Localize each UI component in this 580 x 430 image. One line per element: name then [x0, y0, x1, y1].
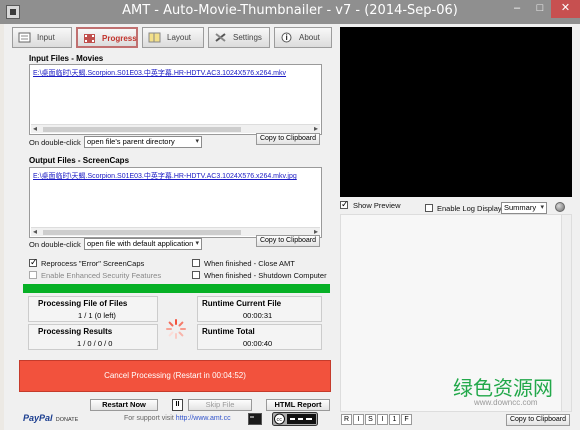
enable-log-checkbox[interactable]: [425, 204, 433, 212]
close-button[interactable]: ✕: [551, 0, 580, 18]
tab-input-label: Input: [37, 33, 55, 42]
restart-now-button[interactable]: Restart Now: [90, 399, 158, 411]
chevron-down-icon: ▾: [195, 240, 199, 247]
processing-results-panel: Processing Results 1 / 0 / 0 / 0: [28, 324, 158, 350]
show-preview-checkbox[interactable]: [340, 199, 349, 210]
close-amt-label: When finished - Close AMT: [204, 259, 295, 268]
output-dblclick-label: On double-click: [29, 240, 81, 249]
processing-results-label: Processing Results: [38, 327, 113, 336]
close-amt-checkbox[interactable]: [192, 259, 200, 267]
processing-file-label: Processing File of Files: [38, 299, 128, 308]
progress-bar: [23, 284, 330, 293]
enable-log-label: Enable Log Display: [437, 204, 502, 213]
film-icon: [84, 34, 95, 43]
creative-commons-icon: cc: [272, 412, 318, 426]
skip-file-button[interactable]: Skip File: [188, 399, 252, 411]
runtime-current-panel: Runtime Current File 00:00:31: [197, 296, 322, 322]
paypal-logo: PayPal: [23, 413, 53, 423]
enhanced-security-checkbox[interactable]: [29, 271, 37, 279]
output-files-title: Output Files - ScreenCaps: [29, 156, 130, 165]
runtime-current-label: Runtime Current File: [202, 299, 282, 308]
title-bar: AMT - Auto-Movie-Thumbnailer - v7 - (201…: [0, 0, 580, 24]
watermark-logo: 绿色资源网: [453, 376, 553, 400]
tab-about-label: About: [299, 33, 320, 42]
reprocess-checkbox[interactable]: [29, 257, 38, 268]
status-1[interactable]: 1: [389, 414, 400, 425]
log-mode-value: Summary: [504, 203, 537, 212]
show-preview-label: Show Preview: [353, 201, 401, 210]
tab-progress[interactable]: Progress: [76, 27, 138, 48]
tab-layout-label: Layout: [167, 33, 192, 42]
status-r[interactable]: R: [341, 414, 352, 425]
settings-icon: [215, 33, 226, 42]
console-icon[interactable]: [248, 413, 262, 425]
cancel-processing-button[interactable]: Cancel Processing (Restart in 00:04:52): [19, 360, 331, 392]
runtime-total-panel: Runtime Total 00:00:40: [197, 324, 322, 350]
output-file-path[interactable]: E:\桌面临时\天蝎.Scorpion.S01E03.中英字幕.HR-HDTV.…: [33, 171, 297, 181]
tab-progress-label: Progress: [102, 34, 137, 43]
info-icon: [281, 32, 292, 43]
tab-settings-label: Settings: [233, 33, 262, 42]
record-button[interactable]: [555, 202, 565, 212]
tab-layout[interactable]: Layout: [142, 27, 204, 48]
window-title: AMT - Auto-Movie-Thumbnailer - v7 - (201…: [122, 3, 458, 18]
input-dblclick-label: On double-click: [29, 138, 81, 147]
scroll-right-icon[interactable]: ▸: [314, 124, 318, 133]
output-dblclick-value: open file with default application: [87, 239, 194, 248]
input-dblclick-value: open file's parent directory: [87, 137, 175, 146]
scroll-thumb[interactable]: [43, 127, 241, 132]
loading-spinner-icon: [166, 319, 186, 339]
runtime-total-value: 00:00:40: [243, 339, 273, 348]
processing-file-value: 1 / 1 (0 left): [78, 311, 116, 320]
scroll-thumb[interactable]: [43, 230, 241, 235]
chevron-down-icon: ▾: [195, 138, 199, 145]
pause-button[interactable]: II: [172, 399, 183, 411]
enhanced-security-label: Enable Enhanced Security Features: [41, 271, 162, 280]
shutdown-checkbox[interactable]: [192, 271, 200, 279]
watermark-url: www.downcc.com: [474, 398, 538, 407]
tab-settings[interactable]: Settings: [208, 27, 270, 48]
paypal-donate-button[interactable]: PayPal DONATE: [23, 413, 91, 427]
minimize-button[interactable]: –: [505, 0, 529, 18]
runtime-total-label: Runtime Total: [202, 327, 255, 336]
shutdown-label: When finished - Shutdown Computer: [204, 271, 327, 280]
input-files-title: Input Files - Movies: [29, 54, 104, 63]
input-copy-button[interactable]: Copy to Clipboard: [256, 133, 320, 145]
donate-label: DONATE: [55, 417, 79, 423]
tab-about[interactable]: About: [274, 27, 332, 48]
progress-bar-fill: [23, 284, 330, 293]
tab-input[interactable]: Input: [12, 27, 72, 48]
input-file-path[interactable]: E:\桌面临时\天蝎.Scorpion.S01E03.中英字幕.HR-HDTV.…: [33, 68, 286, 78]
svg-text:cc: cc: [277, 417, 283, 423]
input-dblclick-select[interactable]: open file's parent directory ▾: [84, 136, 202, 148]
log-mode-select[interactable]: Summary ▾: [501, 202, 547, 214]
right-pane: Show Preview Enable Log Display Summary …: [336, 24, 580, 430]
maximize-button[interactable]: □: [529, 0, 551, 18]
status-s[interactable]: S: [365, 414, 376, 425]
layout-icon: [148, 32, 161, 43]
html-report-button[interactable]: HTML Report: [266, 399, 330, 411]
status-f[interactable]: F: [401, 414, 412, 425]
support-text: For support visit http://www.amt.cc: [124, 415, 231, 422]
input-icon: [18, 32, 31, 43]
scroll-left-icon[interactable]: ◂: [33, 124, 37, 133]
preview-area: [340, 27, 572, 197]
chevron-down-icon: ▾: [540, 204, 544, 211]
processing-file-panel: Processing File of Files 1 / 1 (0 left): [28, 296, 158, 322]
processing-results-value: 1 / 0 / 0 / 0: [77, 339, 113, 348]
left-pane: Input Progress Layout Settings About Inp…: [4, 24, 336, 430]
output-dblclick-select[interactable]: open file with default application ▾: [84, 238, 202, 250]
output-copy-button[interactable]: Copy to Clipboard: [256, 235, 320, 247]
scroll-left-icon[interactable]: ◂: [33, 227, 37, 236]
output-files-list[interactable]: E:\桌面临时\天蝎.Scorpion.S01E03.中英字幕.HR-HDTV.…: [29, 167, 322, 238]
status-i-2[interactable]: I: [377, 414, 388, 425]
status-i[interactable]: I: [353, 414, 364, 425]
support-link[interactable]: http://www.amt.cc: [176, 415, 231, 422]
input-files-list[interactable]: E:\桌面临时\天蝎.Scorpion.S01E03.中英字幕.HR-HDTV.…: [29, 64, 322, 135]
reprocess-label: Reprocess "Error" ScreenCaps: [41, 259, 145, 268]
log-copy-button[interactable]: Copy to Clipboard: [506, 414, 570, 426]
support-prefix: For support visit: [124, 415, 174, 422]
runtime-current-value: 00:00:31: [243, 311, 273, 320]
input-files-scrollbar[interactable]: ◂ ▸: [31, 124, 320, 133]
